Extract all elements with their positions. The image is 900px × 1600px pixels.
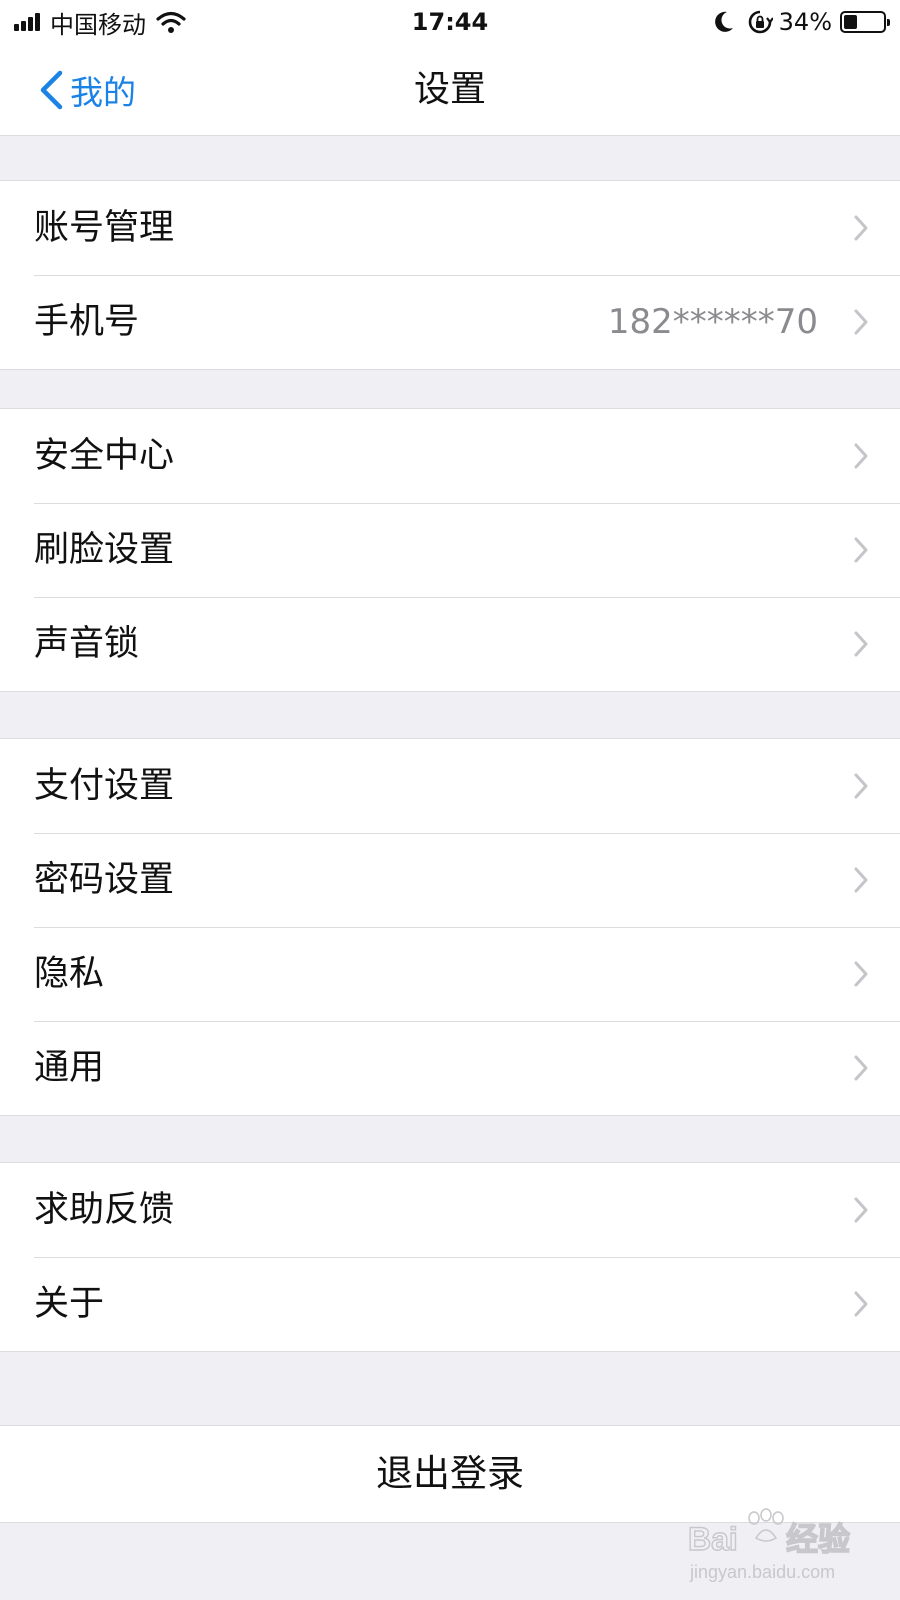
do-not-disturb-moon-icon — [714, 11, 733, 32]
settings-row-password[interactable]: 密码设置 — [0, 833, 900, 927]
chevron-right-icon — [854, 961, 868, 987]
settings-row-face[interactable]: 刷脸设置 — [0, 503, 900, 597]
settings-row-label: 支付设置 — [34, 766, 175, 806]
svg-text:Bai: Bai — [688, 1521, 738, 1557]
chevron-right-icon — [854, 1055, 868, 1081]
settings-row-label: 手机号 — [34, 302, 140, 342]
settings-row-security[interactable]: 安全中心 — [0, 409, 900, 503]
chevron-right-icon — [854, 867, 868, 893]
chevron-right-icon — [854, 1291, 868, 1317]
chevron-right-icon — [854, 215, 868, 241]
settings-row-label: 隐私 — [34, 954, 105, 994]
settings-row-label: 密码设置 — [34, 860, 175, 900]
battery-percentage: 34% — [778, 8, 832, 36]
settings-group: 求助反馈 关于 — [0, 1162, 900, 1352]
settings-row-general[interactable]: 通用 — [0, 1021, 900, 1115]
chevron-right-icon — [854, 309, 868, 335]
settings-row-help[interactable]: 求助反馈 — [0, 1163, 900, 1257]
settings-group: 账号管理手机号 182******70 — [0, 180, 900, 370]
settings-row-label: 安全中心 — [34, 436, 175, 476]
settings-row-label: 刷脸设置 — [34, 530, 175, 570]
battery-nub — [887, 19, 890, 26]
page-title: 设置 — [413, 69, 486, 110]
chevron-right-icon — [854, 443, 868, 469]
svg-text:经验: 经验 — [786, 1521, 850, 1557]
settings-row-phone[interactable]: 手机号 182******70 — [0, 275, 900, 369]
orientation-lock-icon — [748, 10, 773, 34]
battery-icon — [840, 11, 890, 33]
chevron-right-icon — [854, 1197, 868, 1223]
settings-row-about[interactable]: 关于 — [0, 1257, 900, 1351]
settings-row-value: 182******70 — [607, 302, 818, 342]
settings-row-label: 声音锁 — [34, 624, 140, 664]
battery-level-fill — [844, 15, 857, 29]
settings-row-voice-lock[interactable]: 声音锁 — [0, 597, 900, 691]
settings-row-label: 账号管理 — [34, 208, 175, 248]
settings-row-label: 关于 — [34, 1284, 105, 1324]
svg-text:jingyan.baidu.com: jingyan.baidu.com — [689, 1562, 835, 1582]
settings-row-account[interactable]: 账号管理 — [0, 181, 900, 275]
chevron-right-icon — [854, 537, 868, 563]
settings-row-privacy[interactable]: 隐私 — [0, 927, 900, 1021]
status-bar-right: 34% — [713, 6, 890, 38]
status-bar: 中国移动 17:44 34% — [0, 0, 900, 44]
chevron-right-icon — [854, 773, 868, 799]
baidu-jingyan-watermark-logo: Bai 经验 jingyan.baidu.com — [688, 1508, 851, 1582]
chevron-right-icon — [854, 631, 868, 657]
settings-row-label: 求助反馈 — [34, 1190, 175, 1230]
navigation-bar: 我的 设置 — [0, 44, 900, 136]
settings-group: 支付设置密码设置隐私通用 — [0, 738, 900, 1116]
settings-row-payment[interactable]: 支付设置 — [0, 739, 900, 833]
settings-row-label: 通用 — [34, 1048, 105, 1088]
settings-group: 安全中心刷脸设置声音锁 — [0, 408, 900, 692]
